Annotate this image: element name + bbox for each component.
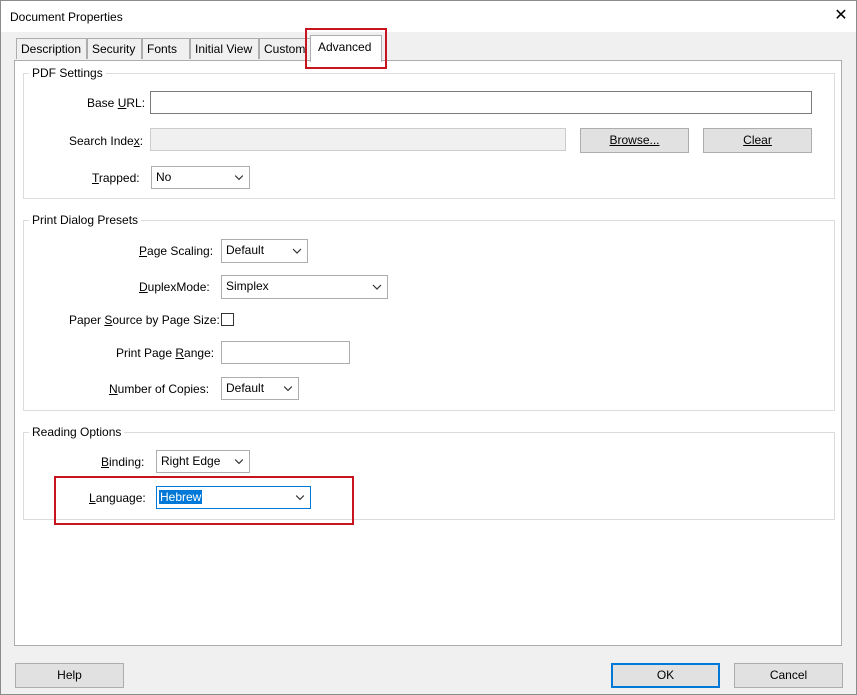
base-url-input[interactable] (150, 91, 812, 114)
page-scaling-value: Default (226, 243, 265, 257)
print-page-range-label: Print Page Range: (116, 346, 215, 360)
highlight-language-row (54, 476, 354, 525)
search-index-input (150, 128, 566, 151)
cancel-button[interactable]: Cancel (734, 663, 843, 688)
clear-button[interactable]: Clear (703, 128, 812, 153)
print-presets-title: Print Dialog Presets (29, 213, 142, 227)
paper-source-label: Paper Source by Page Size: (69, 313, 220, 327)
chevron-down-icon (292, 248, 302, 254)
reading-options-title: Reading Options (29, 425, 125, 439)
clear-button-label: Clear (743, 133, 772, 147)
number-of-copies-label: Number of Copies: (109, 382, 210, 396)
duplex-mode-select[interactable]: Simplex (221, 275, 388, 299)
duplex-mode-label: DuplexMode: (139, 280, 210, 294)
tab-label: Security (92, 42, 136, 56)
highlight-advanced-tab (305, 28, 387, 69)
trapped-value: No (156, 170, 172, 184)
chevron-down-icon (283, 386, 293, 392)
tab-label: Custom (264, 42, 306, 56)
tab-label: Fonts (147, 42, 178, 56)
browse-button-label: Browse... (609, 133, 660, 147)
trapped-select[interactable]: No (151, 166, 250, 189)
binding-value: Right Edge (161, 454, 221, 468)
duplex-mode-value: Simplex (226, 279, 269, 293)
binding-select[interactable]: Right Edge (156, 450, 250, 473)
window-title: Document Properties (10, 10, 123, 24)
number-of-copies-select[interactable]: Default (221, 377, 299, 400)
tab-label: Description (21, 42, 82, 56)
tab-initial-view[interactable]: Initial View (190, 38, 259, 59)
tab-custom[interactable]: Custom (259, 38, 311, 59)
tab-description[interactable]: Description (16, 38, 87, 59)
base-url-label: Base URL: (87, 96, 146, 110)
tab-security[interactable]: Security (87, 38, 142, 59)
chevron-down-icon (372, 284, 382, 290)
print-page-range-input[interactable] (221, 341, 350, 364)
page-scaling-select[interactable]: Default (221, 239, 308, 263)
chevron-down-icon (234, 175, 244, 181)
binding-label: Binding: (101, 455, 145, 469)
pdf-settings-title: PDF Settings (29, 66, 106, 80)
search-index-label: Search Index: (69, 134, 144, 148)
help-button[interactable]: Help (15, 663, 124, 688)
number-of-copies-value: Default (226, 381, 265, 395)
help-button-label: Help (57, 668, 82, 682)
trapped-label: Trapped: (92, 171, 140, 185)
title-bar[interactable]: Document Properties ✕ (1, 1, 856, 32)
paper-source-checkbox[interactable] (221, 313, 234, 326)
ok-button-label: OK (656, 668, 675, 682)
cancel-button-label: Cancel (769, 668, 808, 682)
browse-button[interactable]: Browse... (580, 128, 689, 153)
close-icon[interactable]: ✕ (833, 7, 849, 25)
tab-label: Initial View (195, 42, 253, 56)
page-scaling-label: Page Scaling: (139, 244, 214, 258)
tab-fonts[interactable]: Fonts (142, 38, 190, 59)
chevron-down-icon (234, 459, 244, 465)
ok-button[interactable]: OK (611, 663, 720, 688)
